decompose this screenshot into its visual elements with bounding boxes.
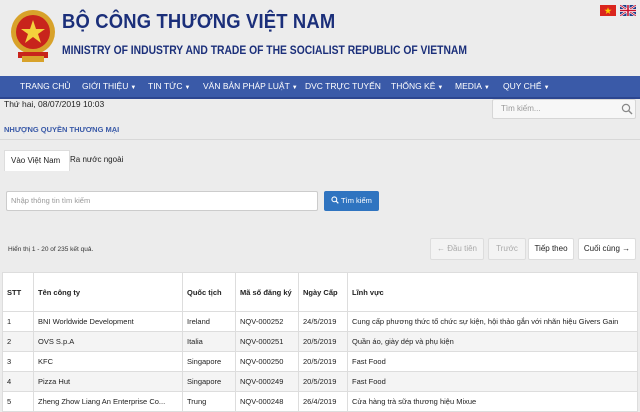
table-cell: Ireland [182,311,236,332]
column-header: Tên công ty [33,272,183,312]
national-emblem-icon[interactable] [8,6,58,64]
table-cell: NQV-000249 [235,371,299,392]
previous-page-button[interactable]: Trước [488,238,526,260]
table-row[interactable]: 5 Zheng Zhow Liang An Enterprise Co... T… [2,391,638,412]
nav-item-statistics[interactable]: THỐNG KÊ ▼ [391,76,443,97]
query-placeholder: Nhập thông tin tìm kiếm [11,196,91,205]
uk-flag-icon[interactable] [620,5,636,16]
nav-label: MEDIA [455,81,482,91]
table-cell: 4 [2,371,34,392]
nav-label: TRANG CHỦ [20,81,71,91]
column-header: Ngày Cấp [298,272,348,312]
table-header-row: STT Tên công ty Quốc tịch Mã số đăng ký … [2,272,638,312]
table-cell: KFC [33,351,183,372]
table-cell: Cửa hàng trà sữa thương hiệu Mixue [347,391,638,412]
table-cell: 24/5/2019 [298,311,348,332]
table-cell: 2 [2,331,34,352]
current-date: Thứ hai, 08/07/2019 10:03 [4,99,105,109]
nav-item-legal-docs[interactable]: VĂN BẢN PHÁP LUẬT ▼ [203,76,298,97]
tab-ra-nuoc-ngoai[interactable]: Ra nước ngoài [64,150,129,170]
vietnam-flag-icon[interactable] [600,5,616,16]
query-input[interactable]: Nhập thông tin tìm kiếm [6,191,318,211]
site-search-input[interactable]: Tìm kiếm... [492,99,636,119]
table-cell: Trung [182,391,236,412]
table-cell: Zheng Zhow Liang An Enterprise Co... [33,391,183,412]
table-cell: OVS S.p.A [33,331,183,352]
table-cell: NQV-000251 [235,331,299,352]
table-cell: 26/4/2019 [298,391,348,412]
table-row[interactable]: 3 KFC Singapore NQV-000250 20/5/2019 Fas… [2,351,638,372]
table-cell: Singapore [182,351,236,372]
result-count: Hiển thị 1 - 20 of 235 kết quả. [8,246,94,253]
chevron-down-icon: ▼ [184,85,191,91]
table-cell: Italia [182,331,236,352]
table-cell: Pizza Hut [33,371,183,392]
site-search-placeholder: Tìm kiếm... [501,104,541,113]
nav-label: GIỚI THIỆU [82,81,129,91]
nav-label: QUY CHẾ [503,81,542,91]
table-cell: Quần áo, giày dép và phụ kiện [347,331,638,352]
site-title[interactable]: BỘ CÔNG THƯƠNG VIỆT NAM [62,11,335,34]
column-header: Lĩnh vực [347,272,638,312]
main-navbar: TRANG CHỦ GIỚI THIỆU ▼ TIN TỨC ▼ VĂN BẢN P… [0,76,640,99]
table-cell: 5 [2,391,34,412]
chevron-down-icon: ▼ [543,85,550,91]
table-cell: Cung cấp phương thức tổ chức sự kiện, hộ… [347,311,638,332]
table-row[interactable]: 2 OVS S.p.A Italia NQV-000251 20/5/2019 … [2,331,638,352]
nav-label: TIN TỨC [148,81,183,91]
nav-item-news[interactable]: TIN TỨC ▼ [148,76,190,97]
last-page-button[interactable]: Cuối cùng → [578,238,636,260]
nav-label: VĂN BẢN PHÁP LUẬT [203,81,290,91]
site-header: BỘ CÔNG THƯƠNG VIỆT NAM MINISTRY OF INDU… [0,0,640,76]
table-row[interactable]: 4 Pizza Hut Singapore NQV-000249 20/5/20… [2,371,638,392]
first-page-button[interactable]: ← Đầu tiên [430,238,484,260]
nav-item-online-services[interactable]: DVC TRỰC TUYẾN [305,76,381,97]
search-button-label: Tìm kiếm [341,196,372,205]
table-cell: Fast Food [347,371,638,392]
table-cell: 20/5/2019 [298,351,348,372]
chevron-down-icon: ▼ [291,85,298,91]
search-icon[interactable] [621,103,633,115]
chevron-down-icon: ▼ [130,85,137,91]
nav-label: DVC TRỰC TUYẾN [305,81,381,91]
site-subtitle: MINISTRY OF INDUSTRY AND TRADE OF THE SO… [62,43,467,57]
table-row[interactable]: 1 BNI Worldwide Development Ireland NQV-… [2,311,638,332]
results-table: STT Tên công ty Quốc tịch Mã số đăng ký … [2,272,638,412]
tab-vao-viet-nam[interactable]: Vào Việt Nam [4,150,70,171]
column-header: STT [2,272,34,312]
table-cell: 1 [2,311,34,332]
divider [0,139,640,140]
table-cell: Fast Food [347,351,638,372]
search-button[interactable]: Tìm kiếm [324,191,379,211]
nav-label: THỐNG KÊ [391,81,436,91]
sub-bar: Thứ hai, 08/07/2019 10:03 Tìm kiếm... [0,99,640,121]
search-icon [331,196,339,204]
table-cell: 20/5/2019 [298,331,348,352]
chevron-down-icon: ▼ [483,85,490,91]
nav-item-home[interactable]: TRANG CHỦ [20,76,71,97]
chevron-down-icon: ▼ [437,85,444,91]
column-header: Quốc tịch [182,272,236,312]
column-header: Mã số đăng ký [235,272,299,312]
table-cell: Singapore [182,371,236,392]
nav-item-media[interactable]: MEDIA ▼ [455,76,490,97]
table-cell: NQV-000248 [235,391,299,412]
nav-item-about[interactable]: GIỚI THIỆU ▼ [82,76,136,97]
section-title: NHƯỢNG QUYỀN THƯƠNG MẠI [4,125,120,134]
table-cell: NQV-000252 [235,311,299,332]
nav-item-regulations[interactable]: QUY CHẾ ▼ [503,76,550,97]
table-cell: NQV-000250 [235,351,299,372]
table-cell: 3 [2,351,34,372]
table-cell: 20/5/2019 [298,371,348,392]
next-page-button[interactable]: Tiếp theo [528,238,574,260]
table-cell: BNI Worldwide Development [33,311,183,332]
